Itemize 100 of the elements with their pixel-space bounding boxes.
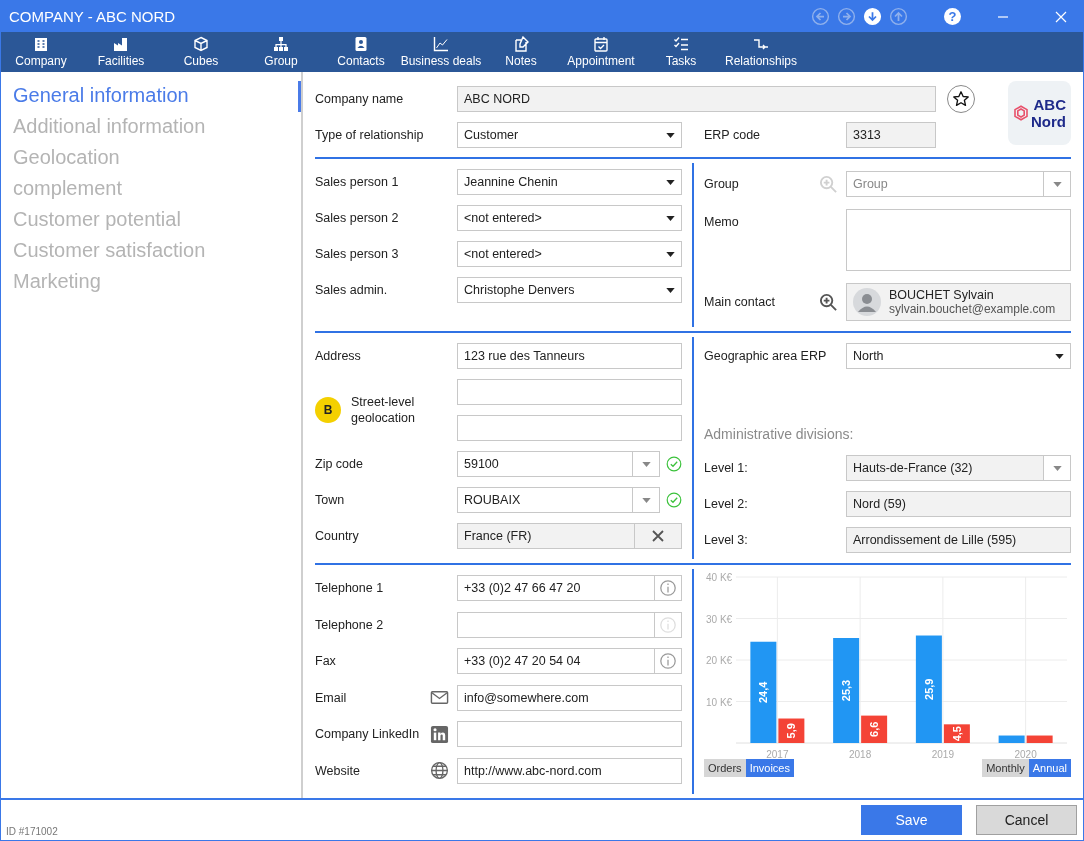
dropdown[interactable]: <not entered>	[457, 205, 682, 231]
field-label: Fax	[315, 654, 336, 669]
phone-field[interactable]	[457, 611, 682, 638]
axis-tick-label: 40 K€	[706, 572, 733, 583]
bar-value-label: 4,5	[950, 726, 963, 742]
combo-box[interactable]: 59100	[457, 451, 660, 477]
field-label: Level 2:	[704, 497, 748, 511]
axis-category-label: 2019	[931, 749, 954, 760]
checklist-icon	[673, 36, 689, 52]
field-label: Country	[315, 529, 359, 543]
hierarchy-icon	[273, 36, 289, 52]
axis-tick-label: 30 K€	[706, 613, 733, 625]
contact-card[interactable]: BOUCHET Sylvain sylvain.bouchet@example.com	[846, 283, 1071, 321]
combo-box[interactable]: ROUBAIX	[457, 487, 660, 513]
toolbar-button[interactable]: Appointment	[561, 32, 641, 72]
toolbar-button[interactable]: Contacts	[321, 32, 401, 72]
series-toggle-button[interactable]: Orders	[704, 759, 746, 777]
phone-field[interactable]: +33 (0)2 47 20 54 04	[457, 648, 682, 675]
caret-icon	[666, 179, 675, 185]
bar-value-label: 25,3	[840, 679, 853, 702]
field-label: Level 1:	[704, 461, 748, 475]
building-icon	[33, 36, 49, 52]
caret-icon	[1055, 353, 1064, 359]
field-label: Memo	[704, 215, 739, 229]
read-only-field: Arrondissement de Lille (595)	[846, 527, 1071, 553]
clear-icon[interactable]	[652, 530, 664, 542]
favorite-button[interactable]	[947, 85, 975, 113]
section-heading: Administrative divisions:	[704, 426, 855, 442]
axis-category-label: 2017	[766, 749, 789, 760]
sidebar-item[interactable]: General information	[1, 81, 301, 112]
caret-icon	[1052, 181, 1062, 187]
group-dropdown[interactable]: Group	[846, 171, 1071, 197]
field-label: Geographic area ERP	[704, 349, 827, 363]
cancel-button[interactable]: Cancel	[976, 805, 1077, 835]
dropdown[interactable]: Jeannine Chenin	[457, 169, 682, 195]
caret-icon	[666, 215, 675, 221]
text-field[interactable]: 123 rue des Tanneurs	[457, 343, 682, 369]
dropdown[interactable]: North	[846, 343, 1071, 369]
help-button[interactable]: ?	[944, 8, 961, 25]
toolbar-button[interactable]: Tasks	[641, 32, 721, 72]
erp-code-field[interactable]: 3313	[846, 122, 936, 148]
text-field[interactable]	[457, 415, 682, 441]
axis-tick-label: 10 K€	[706, 696, 733, 708]
bar-value-label: 24,4	[757, 681, 770, 704]
field-label: Sales person 1	[315, 175, 399, 189]
dropdown[interactable]: Christophe Denvers	[457, 277, 682, 303]
field-label: Address	[315, 349, 361, 363]
info-icon[interactable]	[659, 652, 677, 671]
hexagon-icon	[1013, 105, 1029, 121]
save-button[interactable]: Save	[861, 805, 962, 835]
note-icon	[513, 36, 529, 52]
series-toggle-button[interactable]: Invoices	[745, 759, 794, 777]
caret-icon	[666, 251, 675, 257]
relationship-dropdown[interactable]: Customer	[457, 122, 682, 148]
axis-category-label: 2018	[849, 749, 872, 760]
dropdown[interactable]: <not entered>	[457, 241, 682, 267]
contact-card-icon	[353, 36, 369, 52]
geolocation-badge: B	[315, 397, 341, 423]
caret-icon	[641, 461, 651, 467]
caret-icon	[666, 287, 675, 293]
memo-field[interactable]	[846, 209, 1071, 271]
text-field[interactable]	[457, 379, 682, 405]
period-toggle-button[interactable]: Annual	[1028, 759, 1071, 777]
toolbar-button[interactable]: Cubes	[161, 32, 241, 72]
zoom-icon[interactable]	[819, 292, 838, 312]
field-label: Company LinkedIn	[315, 727, 420, 742]
caret-icon	[666, 132, 675, 138]
axis-category-label: 2020	[1014, 749, 1037, 760]
country-field[interactable]: France (FR)	[457, 523, 682, 549]
field-label: Sales admin.	[315, 283, 388, 297]
calendar-icon	[593, 36, 609, 52]
toolbar-button[interactable]: Group	[241, 32, 321, 72]
bar-value-label: 5,9	[785, 723, 798, 739]
combo-box[interactable]: Hauts-de-France (32)	[846, 455, 1071, 481]
text-field[interactable]: info@somewhere.com	[457, 684, 682, 711]
toolbar-button[interactable]: Company	[1, 32, 81, 72]
bar-value-label: 6,6	[868, 721, 881, 737]
globe-icon	[430, 761, 449, 781]
toolbar-button[interactable]: Business deals	[401, 32, 481, 72]
toolbar-button[interactable]: Facilities	[81, 32, 161, 72]
phone-field[interactable]: +33 (0)2 47 66 47 20	[457, 575, 682, 601]
factory-icon	[113, 36, 129, 52]
field-label: Town	[315, 493, 345, 507]
cube-icon	[193, 36, 209, 52]
star-icon	[952, 90, 970, 108]
toolbar-button[interactable]: Relationships	[721, 32, 801, 72]
line-chart-icon	[433, 36, 449, 52]
text-field[interactable]: http://www.abc-nord.com	[457, 757, 682, 784]
text-field[interactable]	[457, 721, 682, 748]
toolbar-button[interactable]: Notes	[481, 32, 561, 72]
company-name-field[interactable]: ABC NORD	[457, 86, 936, 112]
check-circle-icon	[666, 492, 682, 508]
field-label: Telephone 1	[315, 581, 384, 595]
field-label: Sales person 3	[315, 247, 399, 261]
download-icon[interactable]	[862, 6, 883, 27]
read-only-field: Nord (59)	[846, 491, 1071, 517]
period-toggle-button[interactable]: Monthly	[982, 759, 1029, 777]
info-icon[interactable]	[659, 579, 677, 597]
record-id: ID #171002	[6, 825, 58, 837]
check-circle-icon	[666, 456, 682, 472]
